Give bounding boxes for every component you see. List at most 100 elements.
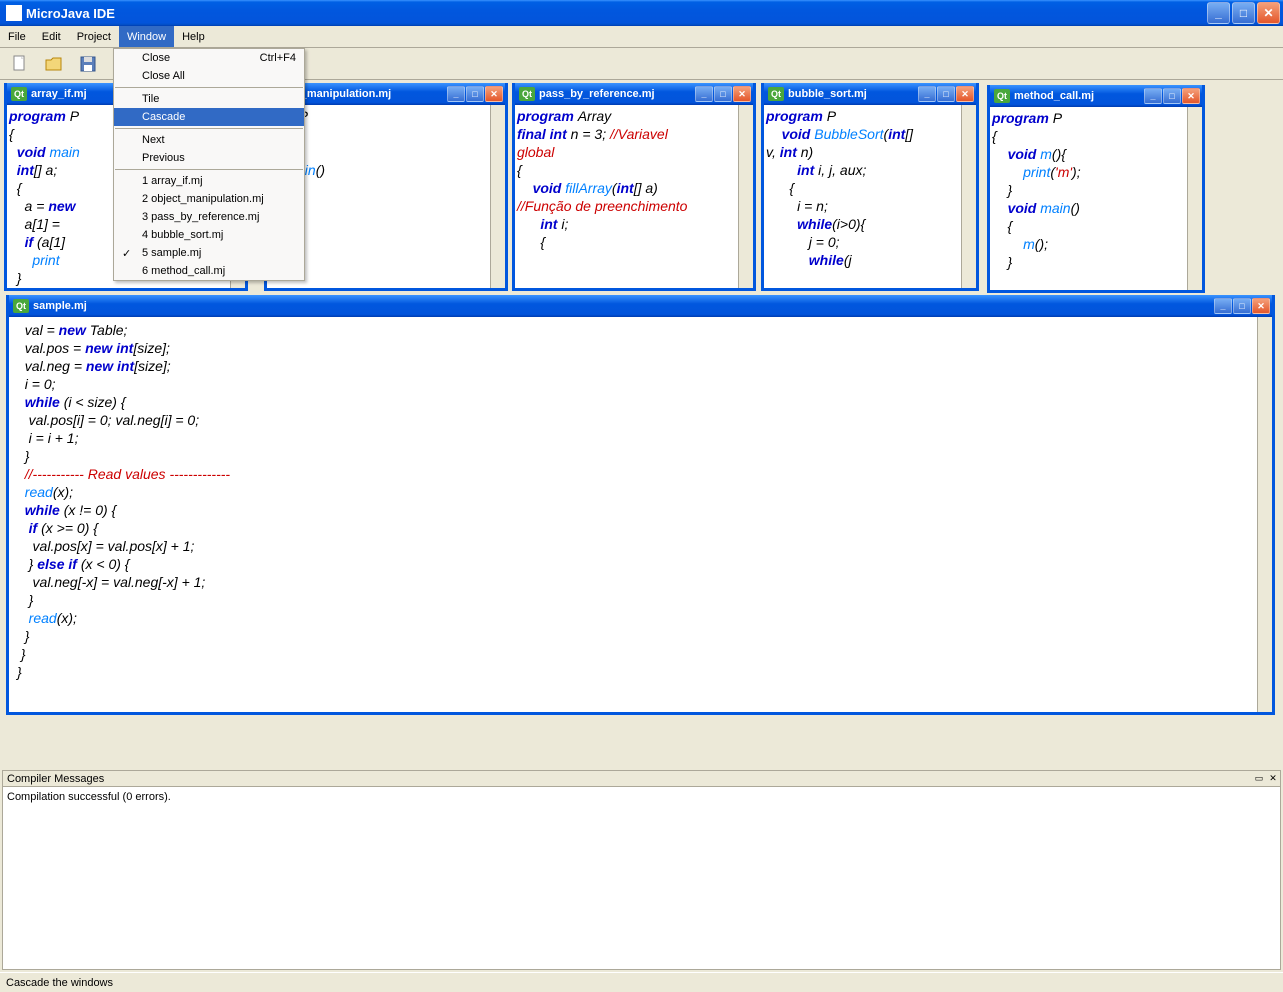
menu-separator [115, 87, 303, 88]
code-line: { [992, 217, 1200, 235]
mdi-window-buttons: _ □ ✕ [1214, 298, 1270, 314]
mdi-close-button[interactable]: ✕ [485, 86, 503, 102]
floppy-disk-icon [78, 54, 98, 74]
panel-close-button[interactable]: ✕ [1266, 773, 1280, 785]
compiler-messages-header: Compiler Messages ▭ ✕ [3, 771, 1280, 787]
menu-item-3-pass-by-reference-mj[interactable]: 3 pass_by_reference.mj [114, 208, 304, 226]
code-editor[interactable]: val = new Table; val.pos = new int[size]… [9, 317, 1272, 712]
mdi-close-button[interactable]: ✕ [733, 86, 751, 102]
mdi-maximize-button[interactable]: □ [1233, 298, 1251, 314]
menu-item-label: 2 object_manipulation.mj [142, 193, 264, 205]
menu-item-tile[interactable]: Tile [114, 90, 304, 108]
vertical-scrollbar[interactable] [961, 105, 976, 288]
mdi-minimize-button[interactable]: _ [447, 86, 465, 102]
code-editor[interactable]: program Arrayfinal int n = 3; //Variavel… [515, 105, 753, 288]
mdi-close-button[interactable]: ✕ [956, 86, 974, 102]
mdi-close-button[interactable]: ✕ [1182, 88, 1200, 104]
menu-item-close-all[interactable]: Close All [114, 67, 304, 85]
statusbar: Cascade the windows [0, 972, 1283, 992]
code-line: void BubbleSort(int[] [766, 125, 974, 143]
mdi-title-text: bubble_sort.mj [788, 88, 918, 100]
menu-item-4-bubble-sort-mj[interactable]: 4 bubble_sort.mj [114, 226, 304, 244]
menu-item-label: 6 method_call.mj [142, 265, 225, 277]
code-line: if (x >= 0) { [17, 519, 1264, 537]
code-line: } [17, 447, 1264, 465]
mdi-maximize-button[interactable]: □ [714, 86, 732, 102]
menu-item-6-method-call-mj[interactable]: 6 method_call.mj [114, 262, 304, 280]
code-line: void fillArray(int[] a) [517, 179, 751, 197]
mdi-titlebar[interactable]: Qt bubble_sort.mj _ □ ✕ [764, 83, 976, 105]
code-editor[interactable]: program P{ void m(){ print('m'); } void … [990, 107, 1202, 290]
menu-file[interactable]: File [0, 26, 34, 47]
vertical-scrollbar[interactable] [490, 105, 505, 288]
mdi-maximize-button[interactable]: □ [466, 86, 484, 102]
save-file-button[interactable] [74, 51, 102, 77]
qt-icon: Qt [11, 87, 27, 101]
maximize-button[interactable]: □ [1232, 2, 1255, 24]
menu-item-label: 4 bubble_sort.mj [142, 229, 223, 241]
code-line: void main() [992, 199, 1200, 217]
mdi-window-buttons: _ □ ✕ [447, 86, 503, 102]
code-line: val.pos[x] = val.pos[x] + 1; [17, 537, 1264, 555]
menu-item-cascade[interactable]: Cascade [114, 108, 304, 126]
menu-window[interactable]: Window [119, 26, 174, 47]
mdi-titlebar[interactable]: Qt pass_by_reference.mj _ □ ✕ [515, 83, 753, 105]
mdi-minimize-button[interactable]: _ [1214, 298, 1232, 314]
menu-item-1-array-if-mj[interactable]: 1 array_if.mj [114, 172, 304, 190]
mdi-window-sample[interactable]: Qt sample.mj _ □ ✕ val = new Table; val.… [6, 295, 1275, 715]
menu-item-next[interactable]: Next [114, 131, 304, 149]
mdi-titlebar[interactable]: Qt sample.mj _ □ ✕ [9, 295, 1272, 317]
mdi-maximize-button[interactable]: □ [937, 86, 955, 102]
open-folder-icon [44, 54, 64, 74]
code-line: global [517, 143, 751, 161]
mdi-minimize-button[interactable]: _ [918, 86, 936, 102]
mdi-window-bubble-sort[interactable]: Qt bubble_sort.mj _ □ ✕ program P void B… [761, 83, 979, 291]
menu-item-label: 5 sample.mj [142, 247, 201, 259]
qt-icon: Qt [13, 299, 29, 313]
mdi-close-button[interactable]: ✕ [1252, 298, 1270, 314]
menu-item-label: 1 array_if.mj [142, 175, 203, 187]
menu-item-close[interactable]: CloseCtrl+F4 [114, 49, 304, 67]
menu-help[interactable]: Help [174, 26, 213, 47]
menu-item-5-sample-mj[interactable]: ✓5 sample.mj [114, 244, 304, 262]
main-titlebar: MicroJava IDE _ □ ✕ [0, 0, 1283, 26]
menu-edit[interactable]: Edit [34, 26, 69, 47]
minimize-button[interactable]: _ [1207, 2, 1230, 24]
code-editor[interactable]: program P void BubbleSort(int[]v, int n)… [764, 105, 976, 288]
open-file-button[interactable] [40, 51, 68, 77]
menu-item-label: Next [142, 134, 165, 146]
panel-restore-button[interactable]: ▭ [1252, 773, 1266, 785]
mdi-maximize-button[interactable]: □ [1163, 88, 1181, 104]
menu-item-shortcut: Ctrl+F4 [260, 52, 296, 64]
compiler-messages-panel: Compiler Messages ▭ ✕ Compilation succes… [2, 770, 1281, 970]
menu-separator [115, 128, 303, 129]
code-line: program P [766, 107, 974, 125]
menu-item-2-object-manipulation-mj[interactable]: 2 object_manipulation.mj [114, 190, 304, 208]
vertical-scrollbar[interactable] [738, 105, 753, 288]
mdi-window-pass-by-reference[interactable]: Qt pass_by_reference.mj _ □ ✕ program Ar… [512, 83, 756, 291]
vertical-scrollbar[interactable] [1187, 107, 1202, 290]
code-line: //----------- Read values ------------- [17, 465, 1264, 483]
menu-item-label: Close All [142, 70, 185, 82]
vertical-scrollbar[interactable] [1257, 317, 1272, 712]
new-file-button[interactable] [6, 51, 34, 77]
mdi-window-buttons: _ □ ✕ [695, 86, 751, 102]
code-line: val.pos = new int[size]; [17, 339, 1264, 357]
mdi-minimize-button[interactable]: _ [1144, 88, 1162, 104]
close-button[interactable]: ✕ [1257, 2, 1280, 24]
mdi-window-method-call[interactable]: Qt method_call.mj _ □ ✕ program P{ void … [987, 85, 1205, 293]
compiler-messages-body: Compilation successful (0 errors). [3, 787, 1280, 969]
code-line: val.neg[-x] = val.neg[-x] + 1; [17, 573, 1264, 591]
qt-icon: Qt [994, 89, 1010, 103]
code-line: } [992, 253, 1200, 271]
app-icon [6, 5, 22, 21]
menu-project[interactable]: Project [69, 26, 119, 47]
code-line: j = 0; [766, 233, 974, 251]
code-line: { [992, 127, 1200, 145]
qt-icon: Qt [519, 87, 535, 101]
menu-item-previous[interactable]: Previous [114, 149, 304, 167]
mdi-titlebar[interactable]: Qt method_call.mj _ □ ✕ [990, 85, 1202, 107]
mdi-minimize-button[interactable]: _ [695, 86, 713, 102]
code-line: { [517, 161, 751, 179]
code-line: i = n; [766, 197, 974, 215]
